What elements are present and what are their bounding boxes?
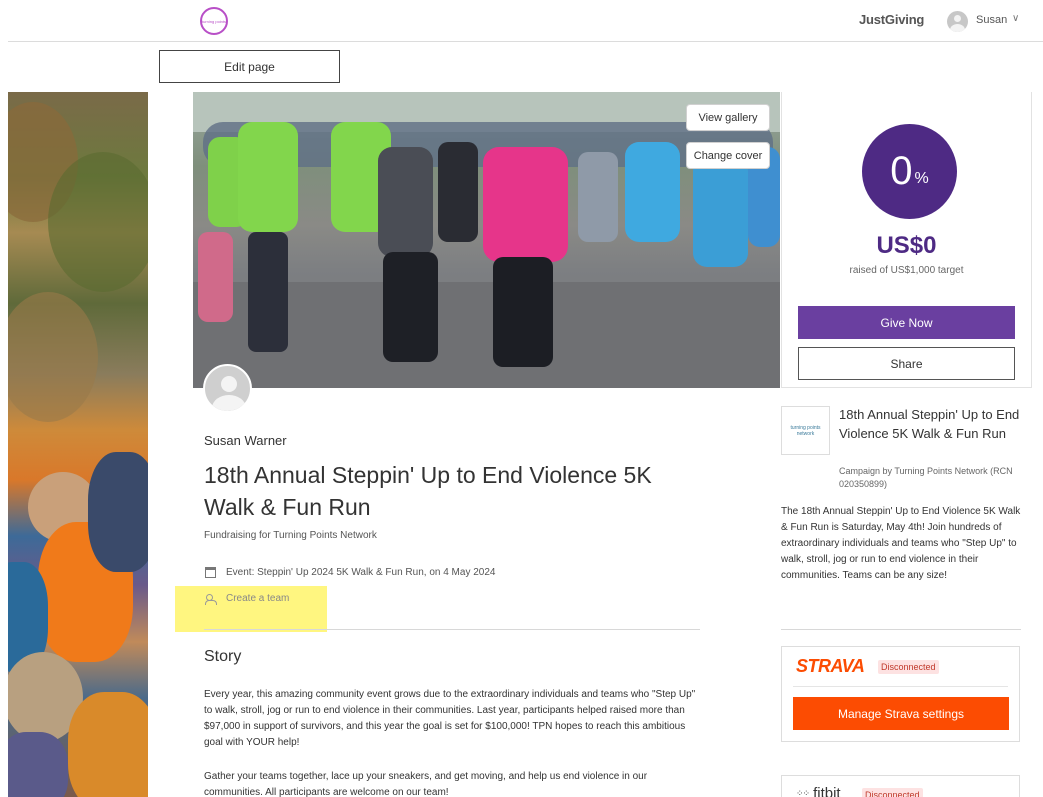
charity-card-logo-icon[interactable]: turning points network bbox=[781, 406, 830, 455]
photo-person bbox=[198, 232, 233, 322]
event-text: Event: Steppin' Up 2024 5K Walk & Fun Ru… bbox=[226, 567, 496, 578]
view-gallery-button[interactable]: View gallery bbox=[686, 104, 770, 131]
story-heading: Story bbox=[204, 648, 242, 665]
photo-person bbox=[383, 252, 438, 362]
progress-percent-sign: % bbox=[914, 169, 929, 187]
progress-percent: 0 bbox=[890, 149, 913, 193]
photo-person bbox=[248, 232, 288, 352]
header-divider bbox=[8, 41, 1043, 42]
photo-person bbox=[483, 147, 568, 262]
edit-page-button[interactable]: Edit page bbox=[159, 50, 340, 83]
user-menu-name[interactable]: Susan bbox=[976, 14, 1007, 26]
page-owner-name: Susan Warner bbox=[204, 433, 287, 448]
photo-foliage bbox=[8, 292, 98, 422]
photo-person bbox=[8, 732, 68, 797]
photo-person bbox=[693, 157, 748, 267]
raised-amount: US$0 bbox=[876, 232, 937, 259]
give-now-button[interactable]: Give Now bbox=[798, 306, 1015, 339]
fitbit-name: fitbit bbox=[813, 785, 841, 797]
photo-person bbox=[238, 122, 298, 232]
fitbit-logo: ⁘⁘ fitbit bbox=[796, 785, 841, 797]
strava-logo: STRAVA bbox=[796, 656, 865, 676]
page-title: 18th Annual Steppin' Up to End Violence … bbox=[204, 462, 652, 520]
strava-divider bbox=[793, 686, 1008, 687]
progress-circle: 0 % bbox=[862, 124, 957, 219]
photo-person bbox=[378, 147, 433, 257]
background-photo bbox=[8, 92, 148, 797]
photo-person bbox=[68, 692, 148, 797]
charity-logo-icon[interactable]: turning points bbox=[200, 7, 228, 35]
photo-person bbox=[438, 142, 478, 242]
campaign-title-link[interactable]: 18th Annual Steppin' Up to End Violence … bbox=[839, 405, 1029, 443]
charity-card-logo-text: turning points network bbox=[790, 424, 821, 437]
photo-person bbox=[625, 142, 680, 242]
photo-person bbox=[493, 257, 553, 367]
chevron-down-icon[interactable]: ∨ bbox=[1012, 13, 1019, 24]
event-info: Event: Steppin' Up 2024 5K Walk & Fun Ru… bbox=[205, 567, 495, 578]
fundraising-for: Fundraising for Turning Points Network bbox=[204, 530, 377, 541]
create-team-link[interactable]: Create a team bbox=[205, 593, 289, 605]
charity-logo-text: turning points bbox=[202, 18, 227, 24]
story-paragraph: Every year, this amazing community event… bbox=[204, 689, 696, 748]
profile-avatar-icon[interactable] bbox=[203, 364, 252, 413]
calendar-icon bbox=[205, 567, 216, 578]
photo-foliage bbox=[48, 152, 148, 292]
campaign-by: Campaign by Turning Points Network (RCN … bbox=[839, 466, 1013, 489]
user-avatar-icon[interactable] bbox=[947, 11, 968, 32]
team-icon bbox=[205, 593, 217, 605]
raised-target: raised of US$1,000 target bbox=[849, 265, 964, 276]
sidebar-divider bbox=[781, 629, 1021, 630]
photo-person bbox=[88, 452, 148, 572]
justgiving-logo[interactable]: JustGiving bbox=[859, 12, 924, 27]
strava-status-badge: Disconnected bbox=[878, 660, 939, 674]
photo-person bbox=[578, 152, 618, 242]
cover-photo bbox=[193, 92, 780, 388]
fitbit-status-badge: Disconnected bbox=[862, 788, 923, 797]
story-paragraph: Gather your teams together, lace up your… bbox=[204, 771, 648, 797]
share-button[interactable]: Share bbox=[798, 347, 1015, 380]
campaign-description: The 18th Annual Steppin' Up to End Viole… bbox=[781, 506, 1021, 581]
content-divider bbox=[204, 629, 700, 630]
fitbit-dots-icon: ⁘⁘ bbox=[796, 788, 810, 797]
manage-strava-button[interactable]: Manage Strava settings bbox=[793, 697, 1009, 730]
change-cover-button[interactable]: Change cover bbox=[686, 142, 770, 169]
create-team-text[interactable]: Create a team bbox=[226, 593, 289, 604]
